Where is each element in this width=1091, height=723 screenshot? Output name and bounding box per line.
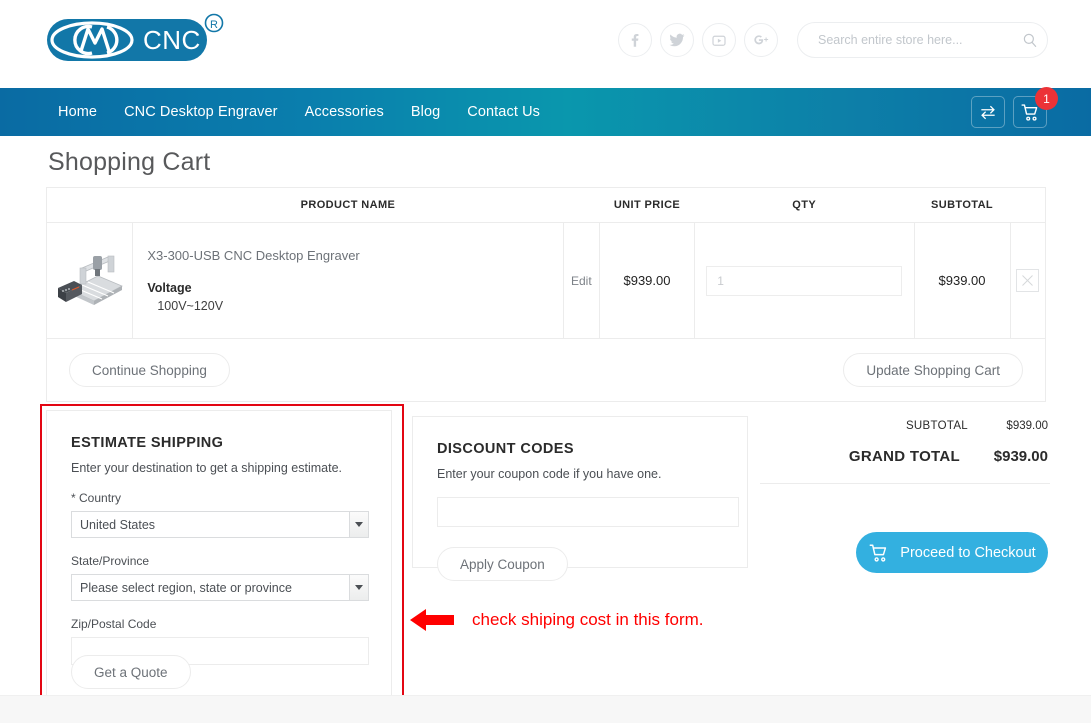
estimate-shipping-panel: ESTIMATE SHIPPING Enter your destination… (46, 410, 392, 710)
table-row: X3-300-USB CNC Desktop Engraver Voltage … (47, 222, 1045, 339)
subtotal-cell: $939.00 (914, 222, 1011, 339)
cart-count-badge: 1 (1035, 87, 1058, 110)
state-select[interactable]: Please select region, state or province (71, 574, 369, 601)
country-label: * Country (71, 491, 122, 505)
social-twitter[interactable] (660, 23, 694, 57)
youtube-icon (712, 35, 726, 46)
get-a-quote-button[interactable]: Get a Quote (71, 655, 191, 689)
proceed-to-checkout-button[interactable]: Proceed to Checkout (856, 532, 1048, 573)
discount-codes-subtitle: Enter your coupon code if you have one. (437, 467, 662, 481)
col-remove (1010, 188, 1045, 223)
zip-label: Zip/Postal Code (71, 617, 157, 631)
edit-item-link[interactable]: Edit (571, 274, 592, 288)
svg-text:CNC: CNC (143, 25, 201, 55)
product-option-label: Voltage (147, 281, 192, 295)
subtotal-label: SUBTOTAL (905, 420, 968, 432)
grand-total-value: $939.00 (993, 448, 1048, 465)
product-option-value: 100V~120V (157, 299, 224, 313)
state-label: State/Province (71, 554, 150, 568)
social-googleplus[interactable] (744, 23, 778, 57)
nav-item-blog[interactable]: Blog (411, 104, 440, 120)
nav-item-contact-us[interactable]: Contact Us (467, 104, 540, 120)
qty-cell (694, 222, 915, 339)
compare-arrows-icon (981, 105, 995, 120)
social-youtube[interactable] (702, 23, 736, 57)
compare-button[interactable] (971, 96, 1005, 128)
cart-table: PRODUCT NAME UNIT PRICE QTY SUBTOTAL X3-… (47, 188, 1045, 339)
qty-input[interactable] (706, 265, 903, 296)
product-image (51, 242, 128, 314)
social-facebook[interactable] (618, 23, 652, 57)
estimate-shipping-heading: ESTIMATE SHIPPING (71, 435, 224, 451)
continue-shopping-button[interactable]: Continue Shopping (69, 353, 230, 387)
close-icon (1022, 274, 1034, 286)
page-title: Shopping Cart (48, 148, 211, 176)
nav-item-cnc-desktop-engraver[interactable]: CNC Desktop Engraver (124, 104, 278, 120)
apply-coupon-button[interactable]: Apply Coupon (437, 547, 568, 581)
discount-codes-heading: DISCOUNT CODES (437, 441, 574, 457)
search-input[interactable] (798, 33, 1013, 47)
country-select[interactable]: United States (71, 511, 369, 538)
annotation: check shiping cost in this form. (408, 606, 703, 634)
product-info-cell: X3-300-USB CNC Desktop Engraver Voltage … (132, 222, 564, 339)
social-links (618, 23, 778, 57)
remove-cell (1010, 222, 1045, 339)
logo-icon: CNC R (47, 13, 224, 61)
product-thumbnail-cell[interactable] (47, 222, 134, 339)
country-select-wrap[interactable]: United States (71, 511, 369, 538)
col-product-name: PRODUCT NAME (132, 188, 564, 223)
product-name[interactable]: X3-300-USB CNC Desktop Engraver (147, 248, 548, 263)
shopping-cart-icon-checkout (869, 543, 887, 562)
nav-item-home[interactable]: Home (58, 104, 97, 120)
unit-price-cell: $939.00 (599, 222, 695, 339)
cart-table-header-row: PRODUCT NAME UNIT PRICE QTY SUBTOTAL (47, 188, 1045, 223)
update-shopping-cart-button[interactable]: Update Shopping Cart (843, 353, 1023, 387)
annotation-text: check shiping cost in this form. (472, 610, 704, 629)
discount-codes-panel: DISCOUNT CODES Enter your coupon code if… (412, 416, 748, 581)
svg-text:R: R (210, 19, 218, 31)
order-totals: SUBTOTAL $939.00 GRAND TOTAL $939.00 (760, 420, 1050, 484)
cart-button[interactable]: 1 (1013, 87, 1058, 128)
totals-divider (760, 483, 1050, 484)
estimate-shipping-subtitle: Enter your destination to get a shipping… (71, 461, 342, 475)
nav-actions: 1 (971, 87, 1058, 128)
page-root: CNC R Search entire store here... Home C… (0, 0, 1091, 723)
search-bar[interactable] (797, 22, 1048, 58)
facebook-icon (631, 34, 639, 47)
subtotal-row: SUBTOTAL $939.00 (760, 420, 1050, 432)
nav-item-accessories[interactable]: Accessories (305, 104, 384, 120)
left-arrow-icon (410, 609, 454, 631)
remove-item-button[interactable] (1016, 268, 1040, 292)
main-navigation: Home CNC Desktop Engraver Accessories Bl… (0, 87, 1091, 136)
nav-links: Home CNC Desktop Engraver Accessories Bl… (58, 88, 540, 136)
footer-band (0, 695, 1091, 723)
subtotal-value: $939.00 (1006, 420, 1048, 432)
googleplus-icon (754, 35, 769, 45)
grand-total-label: GRAND TOTAL (848, 448, 960, 465)
discount-codes-inner: DISCOUNT CODES Enter your coupon code if… (413, 417, 747, 581)
coupon-code-input[interactable] (437, 497, 739, 527)
proceed-to-checkout-label: Proceed to Checkout (900, 544, 1036, 561)
cart-card: PRODUCT NAME UNIT PRICE QTY SUBTOTAL X3-… (46, 187, 1046, 402)
site-logo[interactable]: CNC R (45, 11, 225, 69)
estimate-shipping-inner: ESTIMATE SHIPPING Enter your destination… (47, 411, 391, 665)
twitter-icon (669, 33, 685, 47)
col-unit-price: UNIT PRICE (599, 188, 695, 223)
edit-cell: Edit (563, 222, 601, 339)
col-thumb (47, 188, 133, 223)
col-edit (563, 188, 600, 223)
state-select-wrap[interactable]: Please select region, state or province (71, 574, 369, 601)
col-qty: QTY (694, 188, 914, 223)
col-subtotal: SUBTOTAL (914, 188, 1011, 223)
cart-actions: Continue Shopping Update Shopping Cart (47, 339, 1045, 401)
search-icon[interactable] (1013, 31, 1047, 49)
site-header: CNC R (0, 0, 1091, 88)
grand-total-row: GRAND TOTAL $939.00 (760, 448, 1050, 465)
